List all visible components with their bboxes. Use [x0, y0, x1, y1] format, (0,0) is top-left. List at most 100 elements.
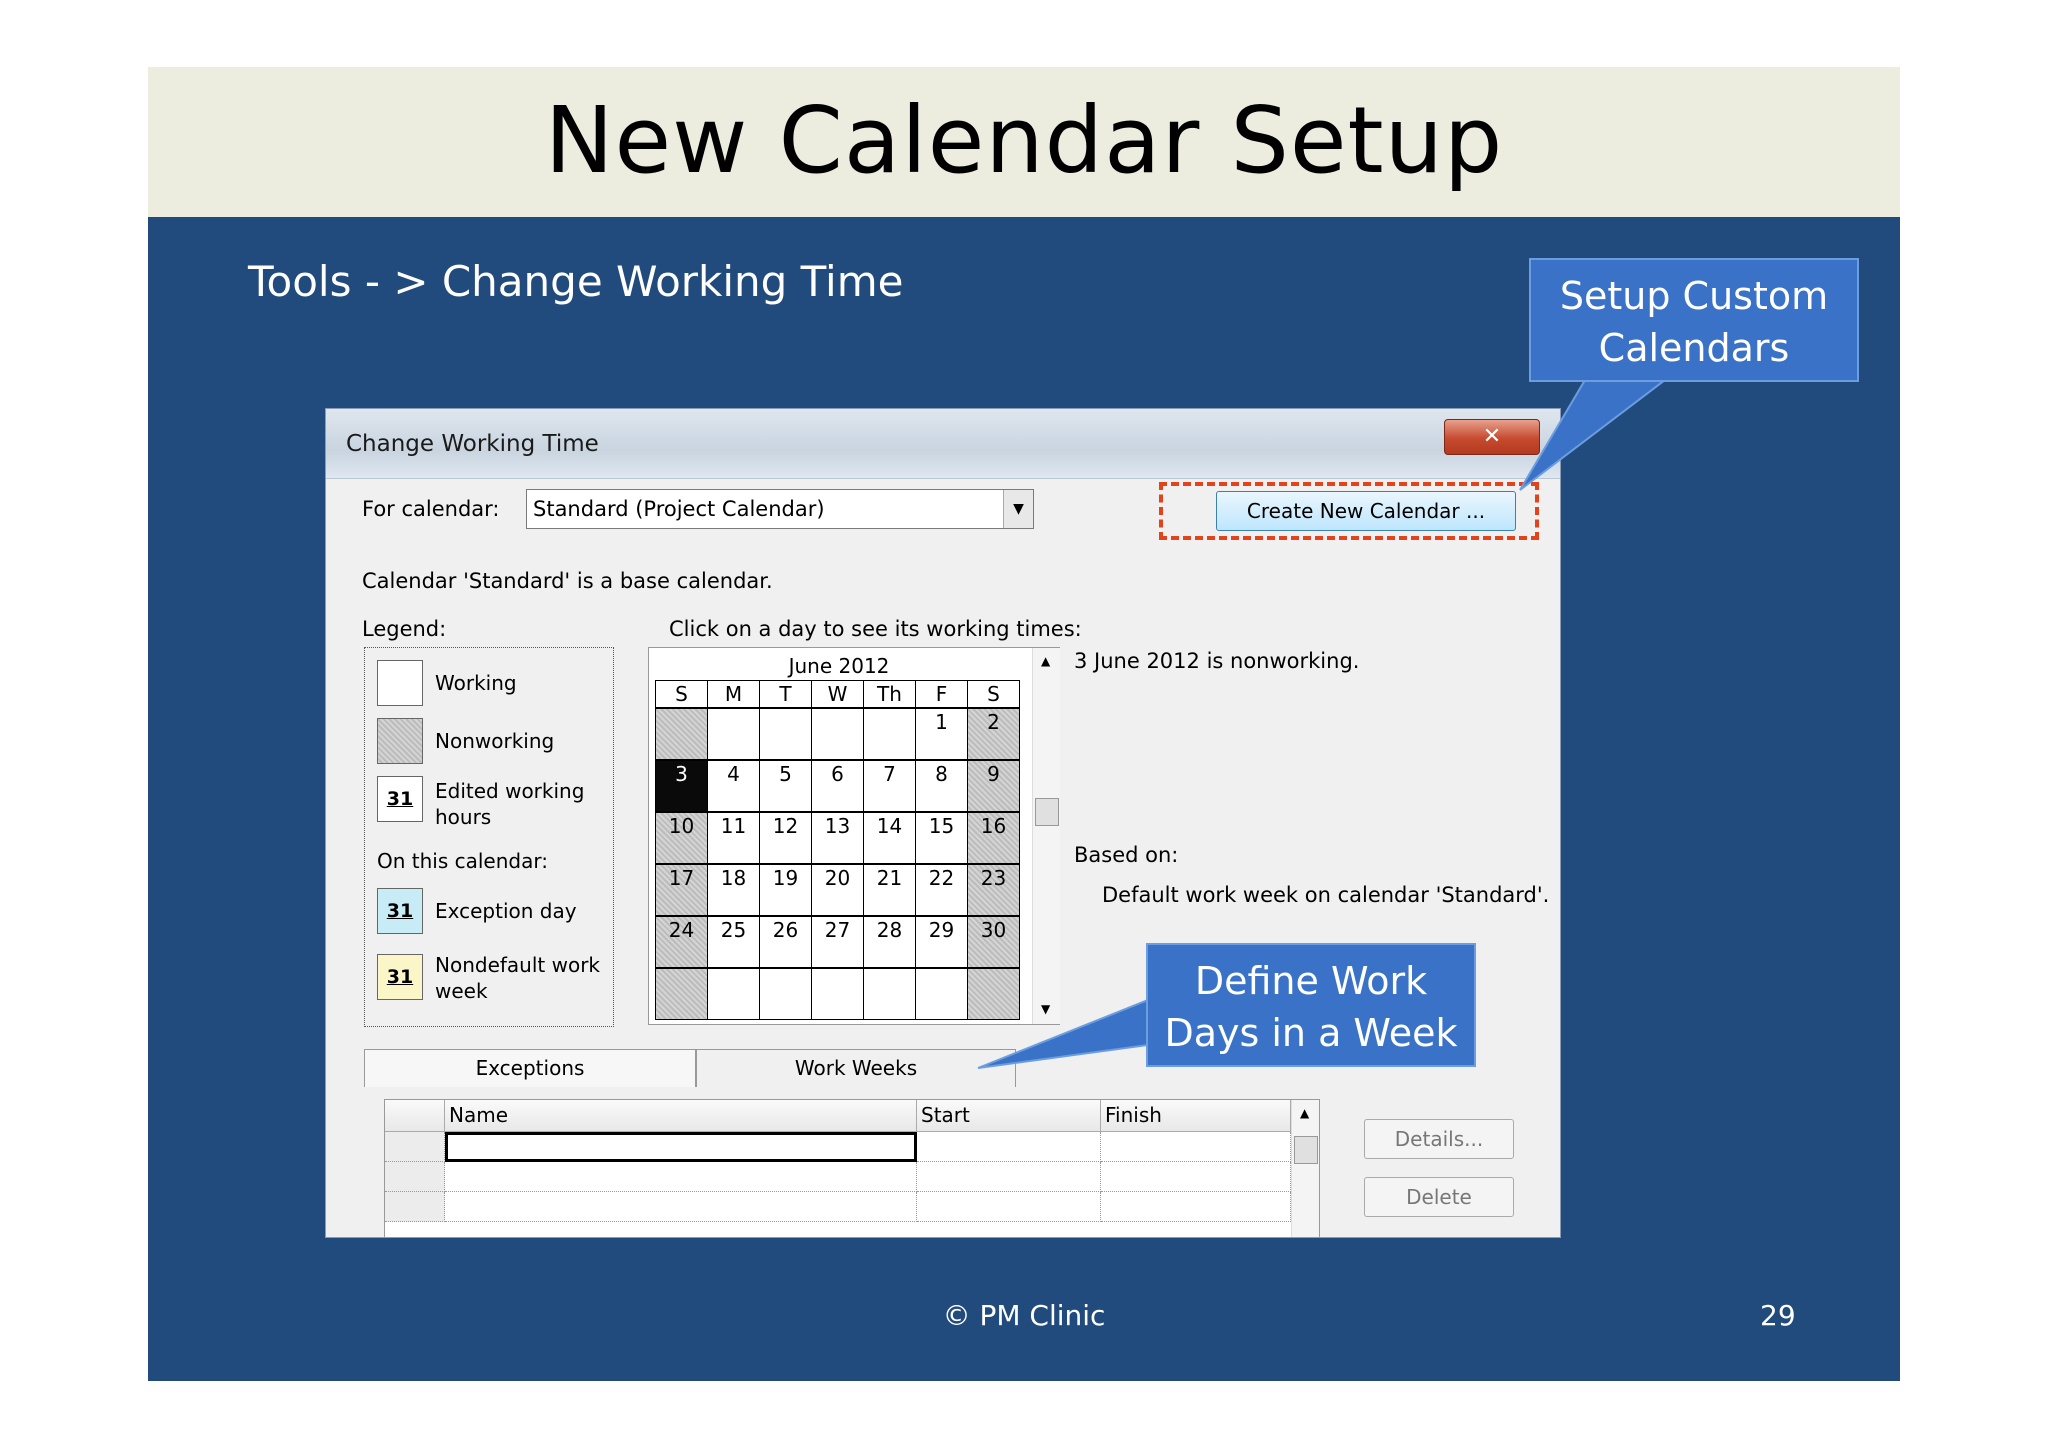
calendar-scrollbar[interactable]: ▲ ▼	[1032, 648, 1060, 1024]
legend-nonworking: Nonworking	[435, 729, 555, 753]
exception-day-swatch: 31	[377, 888, 423, 934]
calendar-empty-cell	[863, 708, 916, 760]
tab-exceptions[interactable]: Exceptions	[364, 1049, 696, 1087]
calendar-day[interactable]: 1	[915, 708, 968, 760]
calendar-day[interactable]: 7	[863, 760, 916, 812]
column-header-start[interactable]: Start	[917, 1100, 1101, 1132]
based-on-value: Default work week on calendar 'Standard'…	[1102, 883, 1550, 907]
weekday-header: Th	[863, 680, 916, 708]
for-calendar-label: For calendar:	[362, 497, 500, 521]
calendar-day[interactable]: 30	[967, 916, 1020, 968]
calendar-empty-cell	[655, 708, 708, 760]
nondefault-week-swatch: 31	[377, 954, 423, 1000]
grid-scrollbar[interactable]: ▲	[1291, 1100, 1319, 1237]
dialog-titlebar[interactable]: Change Working Time ✕	[326, 409, 1560, 479]
grid-row-selector[interactable]	[385, 1132, 445, 1162]
calendar-day[interactable]: 21	[863, 864, 916, 916]
calendar-select[interactable]: Standard (Project Calendar) ▼	[526, 489, 1034, 529]
calendar-empty-cell	[655, 968, 708, 1020]
click-day-hint: Click on a day to see its working times:	[669, 617, 1082, 641]
calendar-day[interactable]: 14	[863, 812, 916, 864]
calendar-day[interactable]: 13	[811, 812, 864, 864]
calendar-day[interactable]: 22	[915, 864, 968, 916]
grid-cell-finish[interactable]	[1101, 1162, 1291, 1192]
legend-working: Working	[435, 671, 517, 695]
chevron-down-icon[interactable]: ▼	[1003, 490, 1033, 528]
tab-work-weeks[interactable]: Work Weeks	[696, 1049, 1016, 1087]
scroll-up-icon[interactable]: ▲	[1300, 1106, 1309, 1120]
calendar-day[interactable]: 8	[915, 760, 968, 812]
slide-subtitle: Tools - > Change Working Time	[248, 257, 904, 306]
grid-cell-name[interactable]	[445, 1162, 917, 1192]
change-working-time-dialog: Change Working Time ✕ For calendar: Stan…	[325, 408, 1561, 1238]
edited-hours-swatch: 31	[377, 776, 423, 822]
weekday-header: T	[759, 680, 812, 708]
calendar-empty-cell	[915, 968, 968, 1020]
grid-cell-name[interactable]	[445, 1192, 917, 1222]
calendar-day[interactable]: 20	[811, 864, 864, 916]
calendar-day[interactable]: 12	[759, 812, 812, 864]
scroll-down-icon[interactable]: ▼	[1041, 1002, 1050, 1016]
weekday-header: M	[707, 680, 760, 708]
grid-cell-finish[interactable]	[1101, 1132, 1291, 1162]
calendar-scroll-thumb[interactable]	[1035, 798, 1059, 826]
close-button[interactable]: ✕	[1444, 419, 1540, 455]
callout-setup-custom-calendars: Setup Custom Calendars	[1529, 258, 1859, 382]
calendar-empty-cell	[811, 968, 864, 1020]
calendar-day[interactable]: 28	[863, 916, 916, 968]
grid-cell-name-active[interactable]	[445, 1132, 917, 1162]
calendar-empty-cell	[967, 968, 1020, 1020]
calendar-day[interactable]: 29	[915, 916, 968, 968]
grid-row-selector[interactable]	[385, 1162, 445, 1192]
calendar-day[interactable]: 2	[967, 708, 1020, 760]
page-number: 29	[1760, 1299, 1796, 1332]
legend-label: Legend:	[362, 617, 447, 641]
calendar-day[interactable]: 11	[707, 812, 760, 864]
calendar-day[interactable]: 10	[655, 812, 708, 864]
calendar-empty-cell	[759, 968, 812, 1020]
day-status-text: 3 June 2012 is nonworking.	[1074, 649, 1360, 673]
create-new-calendar-button[interactable]: Create New Calendar ...	[1216, 491, 1516, 531]
calendar-day[interactable]: 26	[759, 916, 812, 968]
month-calendar[interactable]: June 2012 S M T W Th F S 1 2 3 4 5 6 7 8 9 10 11 12 13 14 15 1…	[648, 647, 1060, 1025]
calendar-select-value: Standard (Project Calendar)	[533, 497, 825, 521]
grid-scroll-thumb[interactable]	[1294, 1136, 1318, 1164]
column-header-finish[interactable]: Finish	[1101, 1100, 1291, 1132]
weekday-header: S	[655, 680, 708, 708]
calendar-day[interactable]: 9	[967, 760, 1020, 812]
weekday-header: W	[811, 680, 864, 708]
legend-edited-hours: Edited working hours	[435, 779, 585, 829]
grid-cell-start[interactable]	[917, 1192, 1101, 1222]
title-band: New Calendar Setup	[148, 67, 1900, 217]
calendar-day[interactable]: 17	[655, 864, 708, 916]
grid-cell-start[interactable]	[917, 1132, 1101, 1162]
legend-nondefault-week: Nondefault work week	[435, 953, 600, 1003]
calendar-day[interactable]: 19	[759, 864, 812, 916]
legend-exception-day: Exception day	[435, 899, 577, 923]
grid-cell-finish[interactable]	[1101, 1192, 1291, 1222]
slide-title: New Calendar Setup	[544, 87, 1504, 194]
calendar-day[interactable]: 23	[967, 864, 1020, 916]
calendar-day[interactable]: 18	[707, 864, 760, 916]
on-this-calendar-label: On this calendar:	[377, 849, 548, 873]
column-header-name[interactable]: Name	[445, 1100, 917, 1132]
calendar-day[interactable]: 6	[811, 760, 864, 812]
calendar-day[interactable]: 16	[967, 812, 1020, 864]
grid-row-selector[interactable]	[385, 1192, 445, 1222]
details-button[interactable]: Details...	[1364, 1119, 1514, 1159]
calendar-day[interactable]: 15	[915, 812, 968, 864]
calendar-day[interactable]: 24	[655, 916, 708, 968]
calendar-day[interactable]: 4	[707, 760, 760, 812]
calendar-day[interactable]: 27	[811, 916, 864, 968]
grid-cell-start[interactable]	[917, 1162, 1101, 1192]
based-on-label: Based on:	[1074, 843, 1179, 867]
calendar-month-label: June 2012	[788, 654, 890, 678]
scroll-up-icon[interactable]: ▲	[1041, 654, 1050, 668]
close-icon: ✕	[1482, 424, 1502, 449]
calendar-day[interactable]: 3	[655, 760, 708, 812]
calendar-empty-cell	[811, 708, 864, 760]
delete-button[interactable]: Delete	[1364, 1177, 1514, 1217]
working-swatch	[377, 660, 423, 706]
calendar-day[interactable]: 5	[759, 760, 812, 812]
calendar-day[interactable]: 25	[707, 916, 760, 968]
